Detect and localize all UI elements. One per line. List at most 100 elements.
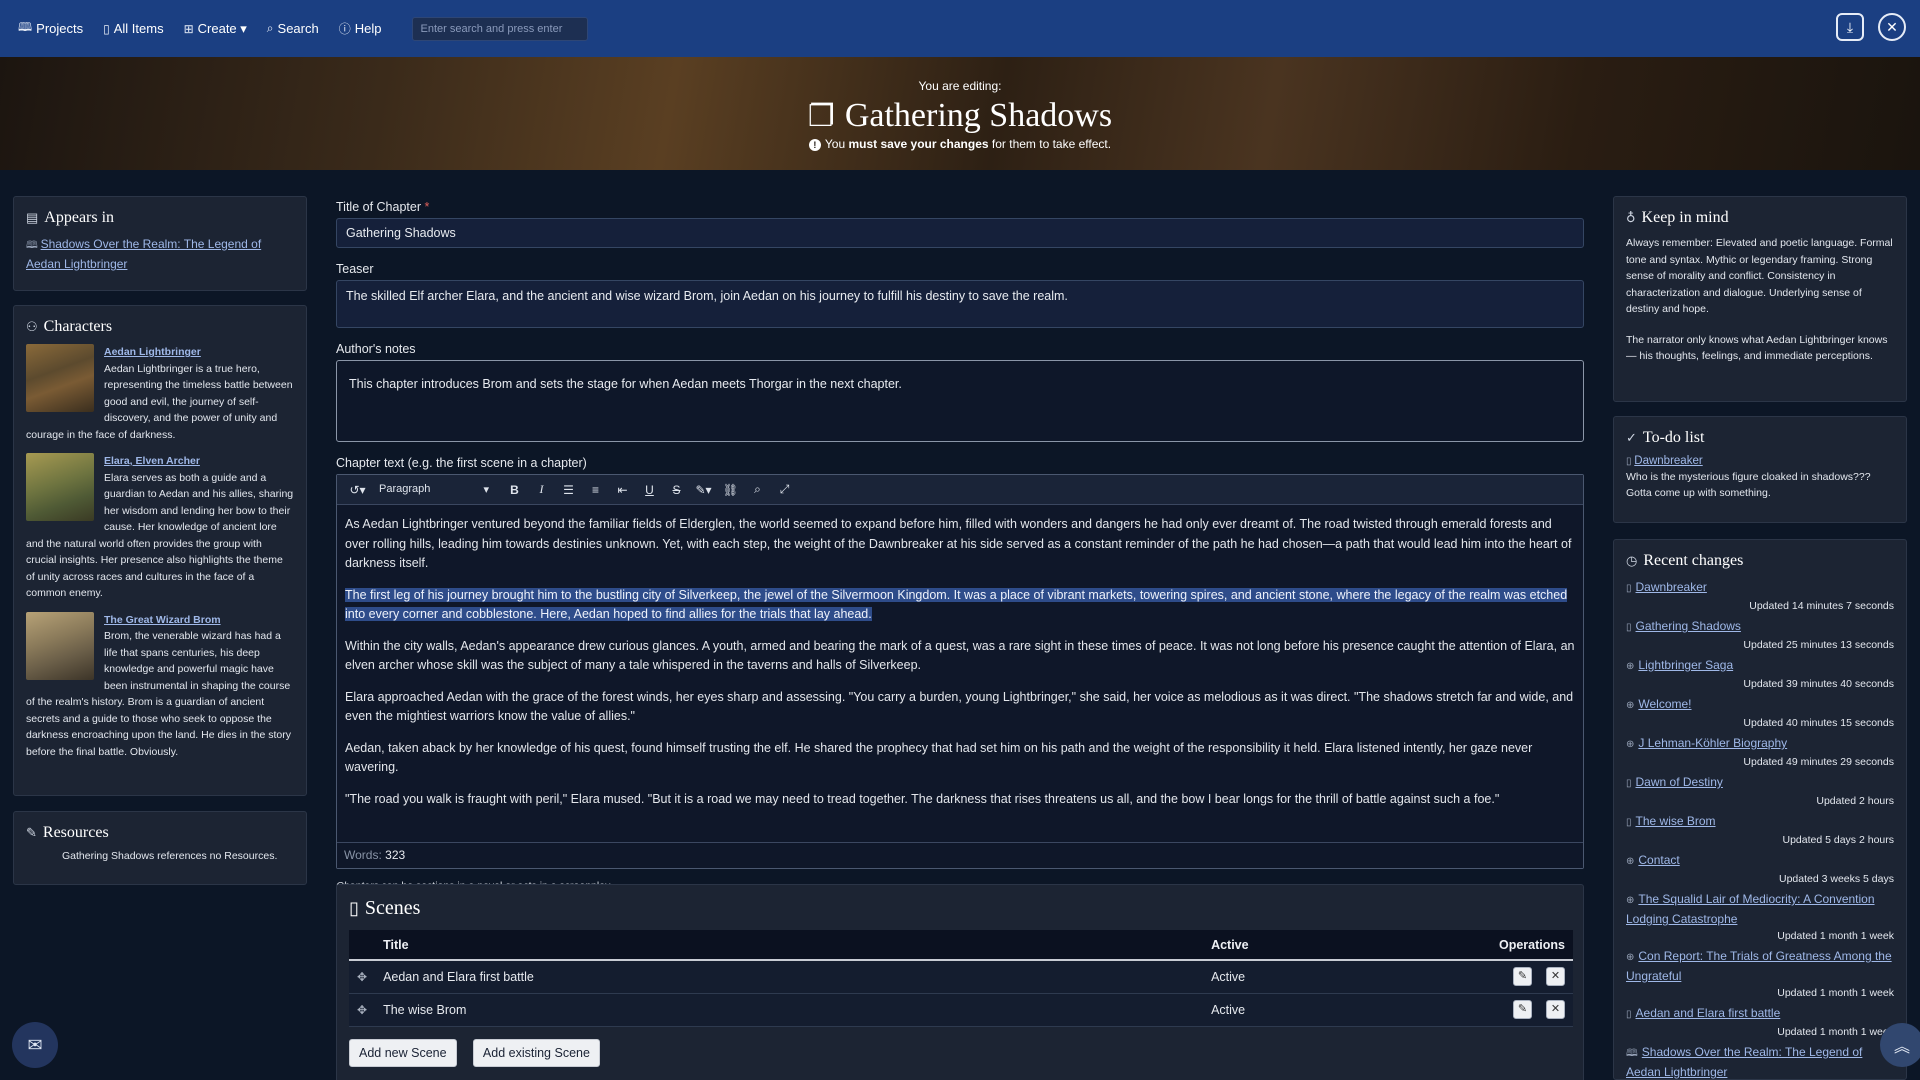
recent-item-updated: Updated 1 month 1 week [1777,930,1894,942]
recent-item: ▯ Dawnbreaker Updated 14 minutes 7 seconds [1626,578,1894,614]
history-icon[interactable]: ↺▾ [344,483,371,497]
selected-text: The first leg of his journey brought him… [345,587,1568,621]
recent-heading: Recent changes [1643,552,1744,569]
character-portrait[interactable] [26,344,94,412]
recent-changes-panel: ◷ Recent changes ▯ Dawnbreaker Updated 14 m… [1613,539,1907,1080]
recent-item-link[interactable]: J Lehman-Köhler Biography [1638,736,1787,750]
todo-item-note: Who is the mysterious figure cloaked in … [1626,471,1871,499]
mail-icon: ✉ [27,1034,43,1055]
table-header-row: Title Active Operations [349,930,1573,960]
newspaper-icon: ▤ [26,210,39,225]
add-existing-scene-button[interactable]: Add existing Scene [472,1038,600,1067]
resources-panel: ✎ Resources Gathering Shadows references … [13,811,307,885]
book-open-icon: 🕮 [1626,1048,1638,1059]
download-button[interactable]: ⤓ [1836,13,1864,41]
characters-heading: Characters [43,318,113,335]
lightbulb-icon: ♁ [1626,210,1636,225]
recent-item: 🕮 Shadows Over the Realm: The Legend of A… [1626,1043,1894,1079]
italic-icon[interactable]: I [528,482,555,497]
todo-item-link[interactable]: Dawnbreaker [1634,455,1702,467]
drag-handle-icon[interactable]: ✥ [349,993,376,1027]
recent-item-link[interactable]: The Squalid Lair of Mediocrity: A Conven… [1626,892,1875,926]
book-open-icon: 🕮 [26,240,41,251]
recent-item-link[interactable]: Dawnbreaker [1636,580,1707,594]
document-icon: ▯ [349,898,359,918]
character-portrait[interactable] [26,611,94,680]
recent-item-title-row: ▯ Aedan and Elara first battle [1626,1004,1894,1024]
drag-handle-icon[interactable]: ✥ [349,960,376,994]
recent-item-link[interactable]: Con Report: The Trials of Greatness Amon… [1626,949,1892,983]
recent-item-link[interactable]: The wise Brom [1636,814,1716,828]
highlight-icon[interactable]: ✎▾ [690,483,717,497]
recent-item-updated: Updated 49 minutes 29 seconds [1743,756,1894,768]
editor-paragraph: "The road you walk is fraught with peril… [345,791,1500,806]
title-label: Title of Chapter * [336,200,1584,214]
remove-icon[interactable]: ✕ [1546,1000,1565,1019]
recent-item-title-row: ▯ Gathering Shadows [1626,617,1894,637]
teaser-textarea[interactable]: The skilled Elf archer Elara, and the an… [336,280,1584,328]
strikethrough-icon[interactable]: S [663,483,690,497]
warning-prefix: You [824,137,849,151]
editor-paragraph: Within the city walls, Aedan's appearanc… [345,638,1575,673]
authors-notes-textarea[interactable]: This chapter introduces Brom and sets th… [336,360,1584,442]
appears-in-link[interactable]: Shadows Over the Realm: The Legend of Ae… [26,237,261,271]
recent-item: ▯ Aedan and Elara first battle Updated 1 m… [1626,1004,1894,1040]
table-row: ✥ Aedan and Elara first battle Active ✎ ✕ [349,960,1573,994]
recent-item: ⊕ Contact Updated 3 weeks 5 days [1626,851,1894,887]
globe-icon: ⊕ [1626,739,1635,750]
document-icon: ▯ [1626,778,1632,789]
nav-search[interactable]: ⌕ Search [267,21,319,36]
recent-item-title-row: 🕮 Shadows Over the Realm: The Legend of A… [1626,1043,1894,1079]
link-icon[interactable]: ⛓ [717,483,744,497]
message-button[interactable]: ✉ [12,1022,58,1068]
nav-label: Create ▾ [197,20,247,36]
nav-create[interactable]: ⊞ Create ▾ [184,21,247,37]
keep-in-mind-text: The narrator only knows what Aedan Light… [1626,333,1888,363]
scenes-table: Title Active Operations ✥ Aedan and Elar… [349,930,1573,1027]
column-header-title: Title [383,937,409,952]
character-card: The Great Wizard Brom Brom, the venerabl… [26,611,294,761]
recent-item-link[interactable]: Gathering Shadows [1636,619,1741,633]
nav-projects[interactable]: 🕮 Projects [18,18,83,39]
scene-active: Active [1203,960,1444,994]
remove-icon[interactable]: ✕ [1546,967,1565,987]
recent-item-title-row: ⊕ Lightbringer Saga [1626,656,1894,676]
scroll-top-button[interactable]: ︽ [1880,1023,1920,1067]
fullscreen-icon[interactable]: ⤢ [771,482,798,497]
add-new-scene-button[interactable]: Add new Scene [349,1038,457,1067]
recent-item-link[interactable]: Contact [1638,853,1679,867]
table-row: ✥ The wise Brom Active ✎ ✕ [349,993,1573,1027]
recent-item-link[interactable]: Aedan and Elara first battle [1636,1006,1781,1020]
search-input[interactable] [411,16,588,41]
word-count-value: 323 [385,848,406,862]
numbered-list-icon[interactable]: ≡ [582,483,609,497]
edit-icon[interactable]: ✎ [1513,967,1532,987]
nav-all-items[interactable]: ▯ All Items [103,21,163,36]
recent-item-updated: Updated 40 minutes 15 seconds [1743,717,1894,729]
editor-content[interactable]: As Aedan Lightbringer ventured beyond th… [337,505,1583,842]
recent-item-link[interactable]: Shadows Over the Realm: The Legend of Ae… [1626,1045,1862,1079]
resources-message: Gathering Shadows references no Resource… [62,850,278,862]
scene-operations: ✎ ✕ [1443,993,1573,1027]
bullet-list-icon[interactable]: ☰ [555,483,582,497]
recent-item-link[interactable]: Welcome! [1638,697,1691,711]
edit-icon[interactable]: ✎ [1513,1000,1532,1019]
recent-item-link[interactable]: Dawn of Destiny [1636,775,1723,789]
character-portrait[interactable] [26,453,94,521]
recent-item: ▯ Dawn of Destiny Updated 2 hours [1626,773,1894,809]
chapter-title-input[interactable] [336,218,1584,248]
document-icon: ▯ [103,21,110,36]
scene-operations: ✎ ✕ [1443,960,1573,994]
document-icon: ▯ [1626,622,1632,633]
nav-help[interactable]: ⓘ Help [339,20,382,37]
close-button[interactable]: ✕ [1878,13,1906,41]
recent-item-updated: Updated 1 month 1 week [1777,987,1894,999]
word-count-label: Words: [344,848,382,862]
find-replace-icon[interactable]: ⌕ [744,482,771,497]
outdent-icon[interactable]: ⇤ [609,483,636,497]
nav-label: Help [354,21,382,36]
underline-icon[interactable]: U [636,483,663,497]
bold-icon[interactable]: B [501,483,528,497]
paragraph-style-select[interactable]: Paragraph ▾ [379,483,489,496]
recent-item-link[interactable]: Lightbringer Saga [1638,658,1733,672]
